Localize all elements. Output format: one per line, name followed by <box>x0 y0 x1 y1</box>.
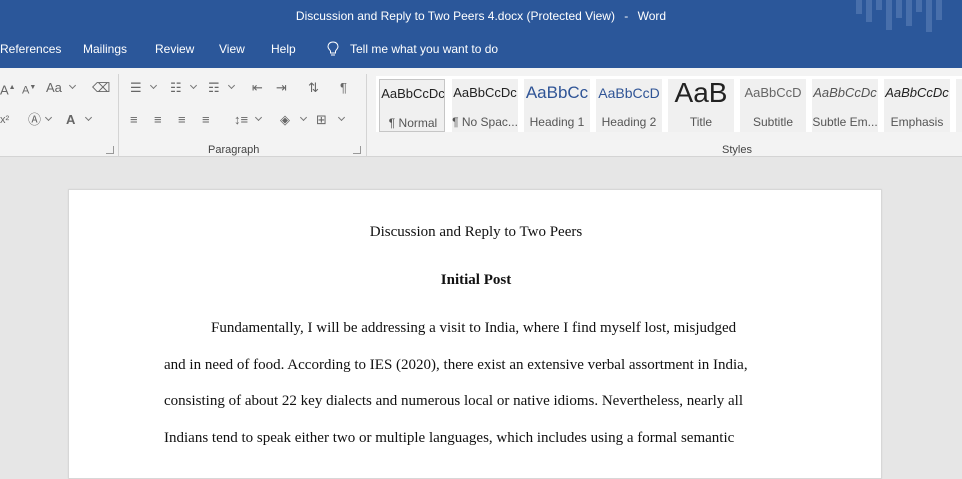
increase-indent-icon[interactable]: ⇥ <box>276 80 287 96</box>
style-no-spacing[interactable]: AaBbCcDc ¶ No Spac... <box>452 79 518 132</box>
numbering-dropdown-icon[interactable] <box>189 81 198 90</box>
app-name: Word <box>637 9 667 23</box>
style-sample: AaBbCc <box>525 83 589 102</box>
style-name: Heading 2 <box>601 115 657 129</box>
lightbulb-icon <box>327 41 339 56</box>
grow-font-icon[interactable]: A▲ <box>0 80 16 98</box>
style-name: ¶ Normal <box>388 116 438 130</box>
style-name: Title <box>689 115 713 129</box>
shading-icon[interactable]: ◈ <box>280 112 290 128</box>
style-sample: AaBbCcDc <box>453 85 517 100</box>
style-name: Heading 1 <box>529 115 585 129</box>
tab-view[interactable]: View <box>219 42 245 56</box>
style-sample: AaBbCcD <box>598 85 660 101</box>
shrink-font-icon[interactable]: A▼ <box>22 80 36 99</box>
style-heading-1[interactable]: AaBbCc Heading 1 <box>524 79 590 132</box>
style-normal[interactable]: AaBbCcDc ¶ Normal <box>379 79 445 132</box>
font-color-icon[interactable]: A <box>66 112 75 128</box>
show-marks-icon[interactable]: ¶ <box>340 80 347 96</box>
text-effects-dropdown-icon[interactable] <box>44 113 53 122</box>
paragraph-dialog-launcher-icon[interactable] <box>353 146 361 154</box>
font-dialog-launcher-icon[interactable] <box>106 146 114 154</box>
align-center-icon[interactable]: ≡ <box>154 112 162 128</box>
style-sample: AaBbCcDc <box>381 86 445 101</box>
tell-me-box[interactable]: Tell me what you want to do <box>326 41 498 57</box>
shading-dropdown-icon[interactable] <box>299 113 308 122</box>
ribbon-separator <box>118 74 119 158</box>
style-subtle-emphasis[interactable]: AaBbCcDc Subtle Em... <box>812 79 878 132</box>
style-name: Emphasis <box>890 115 944 129</box>
clear-formatting-icon[interactable]: ⌫ <box>92 80 110 96</box>
body-line: and in need of food. According to IES (2… <box>164 357 748 373</box>
body-line: Indians tend to speak either two or mult… <box>164 430 735 446</box>
change-case-icon[interactable]: Aa <box>46 80 62 96</box>
style-name: Subtle Em... <box>812 115 878 129</box>
ribbon: A▲ A▼ Aa ⌫ x² Ⓐ A ☰ ☷ ☶ ⇤ ⇥ ⇅ ¶ ≡ ≡ ≡ ≡ … <box>0 64 962 158</box>
document-title: Discussion and Reply to Two Peers 4.docx… <box>295 9 615 23</box>
style-partial[interactable] <box>956 79 962 132</box>
title-separator: - <box>624 9 629 23</box>
tell-me-text: Tell me what you want to do <box>350 42 499 56</box>
styles-group-label: Styles <box>722 144 752 156</box>
document-page[interactable]: Discussion and Reply to Two Peers Initia… <box>68 189 882 479</box>
bullets-icon[interactable]: ☰ <box>130 80 142 96</box>
body-line: Fundamentally, I will be addressing a vi… <box>211 320 737 336</box>
window-title: Discussion and Reply to Two Peers 4.docx… <box>0 9 962 23</box>
style-sample: AaBbCcD <box>744 85 802 100</box>
tab-references[interactable]: References <box>0 42 61 56</box>
style-sample: AaBbCcDc <box>813 85 877 100</box>
title-bar: Discussion and Reply to Two Peers 4.docx… <box>0 0 962 34</box>
superscript-icon[interactable]: x² <box>0 112 9 128</box>
multilevel-dropdown-icon[interactable] <box>227 81 236 90</box>
tab-review[interactable]: Review <box>155 42 194 56</box>
document-area[interactable]: Discussion and Reply to Two Peers Initia… <box>0 157 962 479</box>
paragraph-group-label: Paragraph <box>208 144 260 156</box>
ribbon-separator <box>366 74 367 158</box>
title-bar-decoration <box>856 0 942 34</box>
sort-icon[interactable]: ⇅ <box>308 80 319 96</box>
style-name: ¶ No Spac... <box>452 115 518 129</box>
align-left-icon[interactable]: ≡ <box>130 112 138 128</box>
multilevel-list-icon[interactable]: ☶ <box>208 80 220 96</box>
document-title-line: Discussion and Reply to Two Peers <box>369 224 583 240</box>
borders-dropdown-icon[interactable] <box>337 113 346 122</box>
line-spacing-icon[interactable]: ↕≡ <box>234 112 248 128</box>
numbering-icon[interactable]: ☷ <box>170 80 182 96</box>
change-case-dropdown-icon[interactable] <box>68 81 77 90</box>
style-name: Subtitle <box>752 115 794 129</box>
tab-help[interactable]: Help <box>271 42 296 56</box>
style-sample: AaBbCcDc <box>885 85 949 100</box>
decrease-indent-icon[interactable]: ⇤ <box>252 80 263 96</box>
line-spacing-dropdown-icon[interactable] <box>254 113 263 122</box>
tab-mailings[interactable]: Mailings <box>83 42 127 56</box>
body-line: consisting of about 22 key dialects and … <box>164 393 744 409</box>
styles-gallery: AaBbCcDc ¶ Normal AaBbCcDc ¶ No Spac... … <box>376 76 962 132</box>
bullets-dropdown-icon[interactable] <box>149 81 158 90</box>
align-right-icon[interactable]: ≡ <box>178 112 186 128</box>
style-emphasis[interactable]: AaBbCcDc Emphasis <box>884 79 950 132</box>
text-effects-icon[interactable]: Ⓐ <box>28 112 41 128</box>
font-color-dropdown-icon[interactable] <box>84 113 93 122</box>
justify-icon[interactable]: ≡ <box>202 112 210 128</box>
style-heading-2[interactable]: AaBbCcD Heading 2 <box>596 79 662 132</box>
section-heading: Initial Post <box>440 272 512 288</box>
style-subtitle[interactable]: AaBbCcD Subtitle <box>740 79 806 132</box>
borders-icon[interactable]: ⊞ <box>316 112 327 128</box>
style-sample: AaB <box>674 79 728 108</box>
ribbon-tabs: References Mailings Review View Help Tel… <box>0 34 962 64</box>
style-title[interactable]: AaB Title <box>668 79 734 132</box>
